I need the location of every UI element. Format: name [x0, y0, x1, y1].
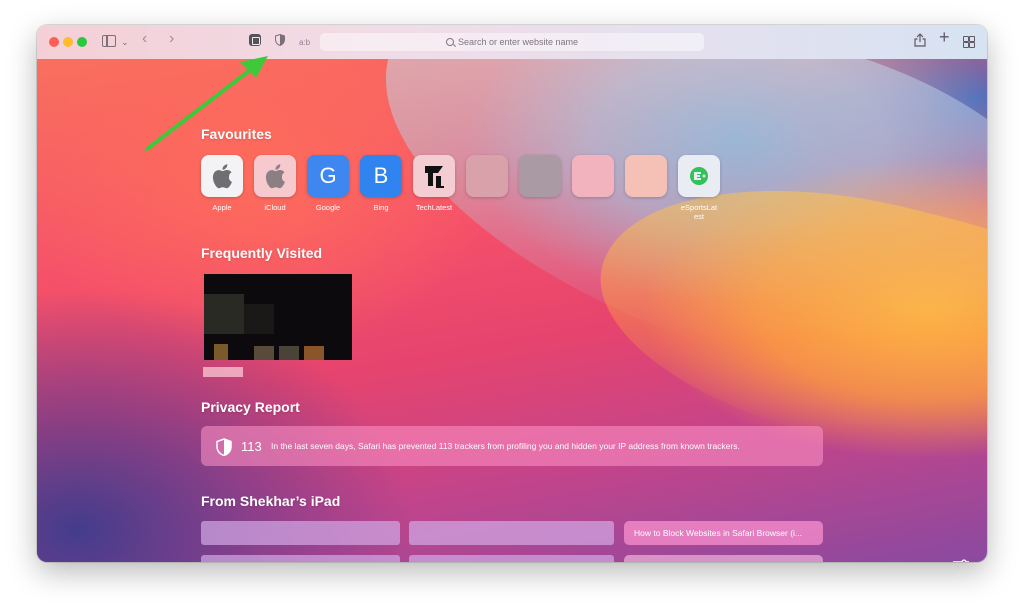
- icloud-tab-blurred[interactable]: [201, 521, 400, 545]
- tab-overview-icon[interactable]: [963, 36, 975, 48]
- apple-logo-icon: [254, 155, 296, 197]
- zoom-window-button[interactable]: [77, 37, 87, 47]
- favourites-title: Favourites: [201, 126, 272, 142]
- frequently-visited-thumbnail[interactable]: [204, 274, 352, 360]
- tracker-count: 113: [241, 439, 262, 454]
- icloud-tab-blurred[interactable]: [409, 521, 614, 545]
- blurred-favicon: [466, 155, 508, 197]
- favourite-label: Bing: [373, 203, 389, 212]
- chevron-down-icon[interactable]: ⌄: [121, 35, 129, 49]
- sidebar-icon[interactable]: [102, 35, 116, 47]
- icloud-tab-blurred[interactable]: [201, 555, 400, 562]
- new-tab-button[interactable]: +: [939, 28, 950, 46]
- favourite-label: Apple: [212, 203, 232, 212]
- icloud-tab[interactable]: How to Block Websites in Safari Browser …: [624, 521, 823, 545]
- favourite-google[interactable]: G Google: [307, 155, 349, 212]
- frequently-visited-label: [203, 367, 243, 377]
- esports-logo-icon: [678, 155, 720, 197]
- favourite-label: iCloud: [264, 203, 286, 212]
- privacy-report-title: Privacy Report: [201, 399, 300, 415]
- forward-button[interactable]: ›: [169, 31, 174, 47]
- privacy-message: In the last seven days, Safari has preve…: [271, 441, 740, 451]
- favourite-blurred[interactable]: [572, 155, 614, 203]
- close-window-button[interactable]: [49, 37, 59, 47]
- favourite-label: Google: [315, 203, 341, 212]
- favourite-apple[interactable]: Apple: [201, 155, 243, 212]
- bing-letter-icon: B: [360, 155, 402, 197]
- toolbar: ⌄ ‹ › a:b Search or enter website name +: [37, 25, 987, 60]
- favourite-blurred[interactable]: [625, 155, 667, 203]
- apple-logo-icon: [201, 155, 243, 197]
- frequently-visited-title: Frequently Visited: [201, 245, 323, 261]
- favourite-label: TechLatest: [415, 203, 453, 212]
- shield-icon: [216, 438, 232, 456]
- back-button[interactable]: ‹: [142, 31, 147, 47]
- start-page: Favourites Apple iCloud G Google B Bing: [37, 59, 987, 562]
- favourite-label: eSportsLat est: [680, 203, 718, 221]
- techlatest-logo-icon: [413, 155, 455, 197]
- favourite-blurred[interactable]: [466, 155, 508, 203]
- privacy-report-card[interactable]: 113 In the last seven days, Safari has p…: [201, 426, 823, 466]
- address-bar[interactable]: Search or enter website name: [320, 33, 704, 51]
- privacy-shield-icon[interactable]: [275, 33, 285, 47]
- safari-window: ⌄ ‹ › a:b Search or enter website name +…: [37, 25, 987, 562]
- favourite-icloud[interactable]: iCloud: [254, 155, 296, 212]
- favourite-techlatest[interactable]: TechLatest: [413, 155, 455, 212]
- google-letter-icon: G: [307, 155, 349, 197]
- tile-glyph: B: [373, 163, 389, 188]
- favourite-esportslatest[interactable]: eSportsLat est: [678, 155, 720, 221]
- search-icon: [445, 38, 454, 46]
- minimize-window-button[interactable]: [63, 37, 73, 47]
- favourite-bing[interactable]: B Bing: [360, 155, 402, 212]
- blurred-favicon: [572, 155, 614, 197]
- blurred-favicon: [625, 155, 667, 197]
- icloud-tab-blurred[interactable]: [624, 555, 823, 562]
- icloud-tabs-title: From Shekhar’s iPad: [201, 493, 341, 509]
- tile-glyph: G: [319, 163, 337, 188]
- address-placeholder: Search or enter website name: [457, 37, 579, 47]
- extension-icon[interactable]: [249, 34, 261, 46]
- icloud-tab-blurred[interactable]: [409, 555, 614, 562]
- favourite-blurred[interactable]: [519, 155, 561, 203]
- customize-start-page-icon[interactable]: [952, 559, 970, 562]
- share-icon[interactable]: [914, 33, 926, 49]
- reader-button[interactable]: a:b: [299, 36, 310, 50]
- blurred-favicon: [519, 155, 561, 197]
